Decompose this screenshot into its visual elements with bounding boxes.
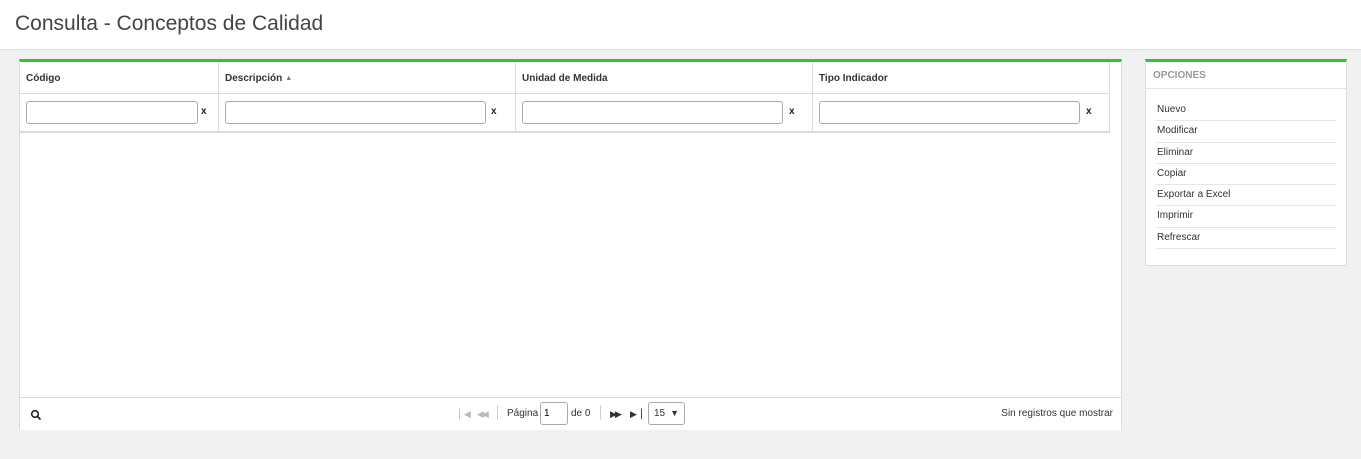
clear-filter-codigo-icon[interactable]: x xyxy=(201,106,207,117)
column-tipo-indicador: Tipo Indicador x xyxy=(813,62,1110,131)
page-header: Consulta - Conceptos de Calidad xyxy=(0,0,1361,50)
column-label: Descripción xyxy=(225,73,283,84)
column-label: Unidad de Medida xyxy=(522,73,608,84)
search-icon[interactable] xyxy=(30,409,42,421)
option-modificar[interactable]: Modificar xyxy=(1156,121,1336,143)
results-grid: Código x Descripción ▲ x Unidad de Medida… xyxy=(19,59,1122,430)
column-descripcion: Descripción ▲ x xyxy=(219,62,516,131)
option-nuevo[interactable]: Nuevo xyxy=(1156,100,1336,122)
grid-body xyxy=(20,133,1121,397)
options-menu: Nuevo Modificar Eliminar Copiar Exportar… xyxy=(1156,100,1336,250)
filter-tipo-indicador-input[interactable] xyxy=(819,101,1080,124)
filter-codigo-input[interactable] xyxy=(26,101,198,124)
column-label: Tipo Indicador xyxy=(819,73,888,84)
column-header-codigo[interactable]: Código xyxy=(20,62,218,94)
sort-icon[interactable]: ▲ xyxy=(285,75,292,82)
pager-separator xyxy=(600,405,601,420)
option-refrescar[interactable]: Refrescar xyxy=(1156,228,1336,250)
column-header-tipo-indicador[interactable]: Tipo Indicador xyxy=(813,62,1109,94)
last-page-icon[interactable]: ▶▕ xyxy=(630,409,642,420)
page-title: Consulta - Conceptos de Calidad xyxy=(15,12,324,35)
previous-page-icon[interactable]: ◀◀ xyxy=(477,409,489,420)
column-unidad-medida: Unidad de Medida x xyxy=(516,62,813,131)
clear-filter-descripcion-icon[interactable]: x xyxy=(491,106,497,117)
option-imprimir[interactable]: Imprimir xyxy=(1156,206,1336,228)
page-size-value: 15 xyxy=(654,408,666,419)
filter-descripcion-input[interactable] xyxy=(225,101,486,124)
clear-filter-tipo-indicador-icon[interactable]: x xyxy=(1086,106,1092,117)
page-count-label: de 0 xyxy=(571,408,591,419)
first-page-icon[interactable]: ▏◀ xyxy=(459,409,471,420)
next-page-icon[interactable]: ▶▶ xyxy=(610,409,622,420)
filter-unidad-medida-input[interactable] xyxy=(522,101,783,124)
column-header-descripcion[interactable]: Descripción ▲ xyxy=(219,62,515,94)
option-eliminar[interactable]: Eliminar xyxy=(1156,143,1336,164)
page-label: Página xyxy=(507,408,539,419)
option-exportar-excel[interactable]: Exportar a Excel xyxy=(1156,185,1336,207)
column-label: Código xyxy=(26,73,61,84)
options-title: OPCIONES xyxy=(1146,62,1346,89)
column-header-unidad-medida[interactable]: Unidad de Medida xyxy=(516,62,812,94)
option-copiar[interactable]: Copiar xyxy=(1156,164,1336,186)
grid-pager: ▏◀ ◀◀ Página de 0 ▶▶ ▶▕ 15 ▼ Sin registr… xyxy=(20,397,1121,430)
page-size-select[interactable]: 15 ▼ xyxy=(648,402,685,425)
pager-separator xyxy=(497,405,498,420)
options-panel: OPCIONES Nuevo Modificar Eliminar Copiar… xyxy=(1145,59,1347,266)
page-number-input[interactable] xyxy=(540,402,568,425)
grid-header: Código x Descripción ▲ x Unidad de Medida… xyxy=(20,62,1110,133)
column-codigo: Código x xyxy=(20,62,219,131)
chevron-down-icon: ▼ xyxy=(670,408,679,418)
clear-filter-unidad-medida-icon[interactable]: x xyxy=(789,106,795,117)
records-status: Sin registros que mostrar xyxy=(1001,408,1113,419)
